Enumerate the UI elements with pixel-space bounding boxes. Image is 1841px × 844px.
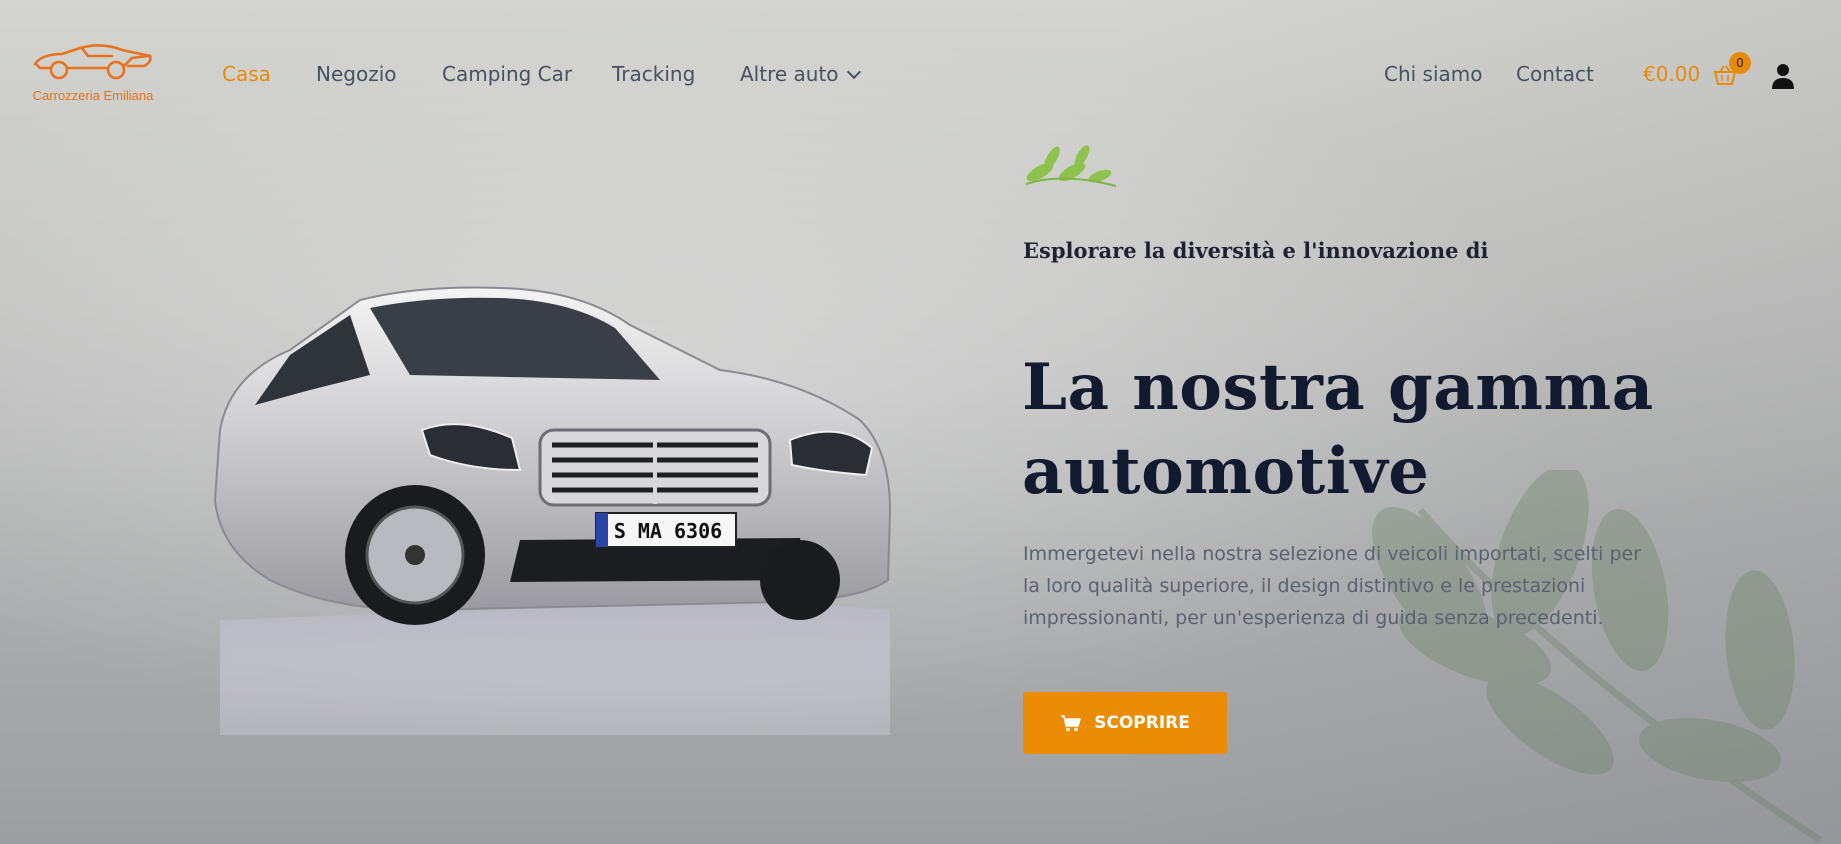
cart-count-badge: 0 — [1729, 52, 1751, 74]
hero-headline-line2: automotive — [1022, 434, 1430, 509]
hero-headline-line1: La nostra gamma — [1022, 350, 1654, 425]
user-icon[interactable] — [1770, 62, 1796, 90]
license-plate: S MA 6306 — [614, 519, 722, 543]
car-image: S MA 6306 — [213, 286, 892, 735]
nav-altre-auto-label: Altre auto — [740, 62, 839, 86]
car-logo-icon — [33, 44, 152, 80]
site-header: Carrozzeria Emiliana Casa Negozio Campin… — [0, 0, 1841, 150]
leaf-ornament-icon — [1025, 145, 1117, 187]
discover-button[interactable]: SCOPRIRE — [1023, 692, 1227, 754]
nav-camping-car[interactable]: Camping Car — [442, 62, 572, 86]
brand-name: Carrozzeria Emiliana — [32, 88, 154, 103]
leaves-decoration-icon — [1372, 470, 1822, 843]
brand-logo[interactable]: Carrozzeria Emiliana — [32, 42, 154, 110]
hero-subtitle: Esplorare la diversità e l'innovazione d… — [1023, 238, 1489, 263]
nav-altre-auto[interactable]: Altre auto — [740, 62, 861, 86]
cart-total[interactable]: €0.00 — [1643, 62, 1700, 86]
discover-button-label: SCOPRIRE — [1094, 713, 1190, 733]
nav-tracking[interactable]: Tracking — [612, 62, 695, 86]
hero-headline: La nostra gamma automotive — [1022, 346, 1742, 514]
nav-negozio[interactable]: Negozio — [316, 62, 397, 86]
nav-chi-siamo[interactable]: Chi siamo — [1384, 62, 1483, 86]
nav-casa[interactable]: Casa — [222, 62, 271, 86]
cart-icon — [1061, 715, 1081, 732]
chevron-down-icon — [846, 64, 861, 80]
hero-description: Immergetevi nella nostra selezione di ve… — [1023, 543, 1642, 629]
nav-contact[interactable]: Contact — [1516, 62, 1594, 86]
